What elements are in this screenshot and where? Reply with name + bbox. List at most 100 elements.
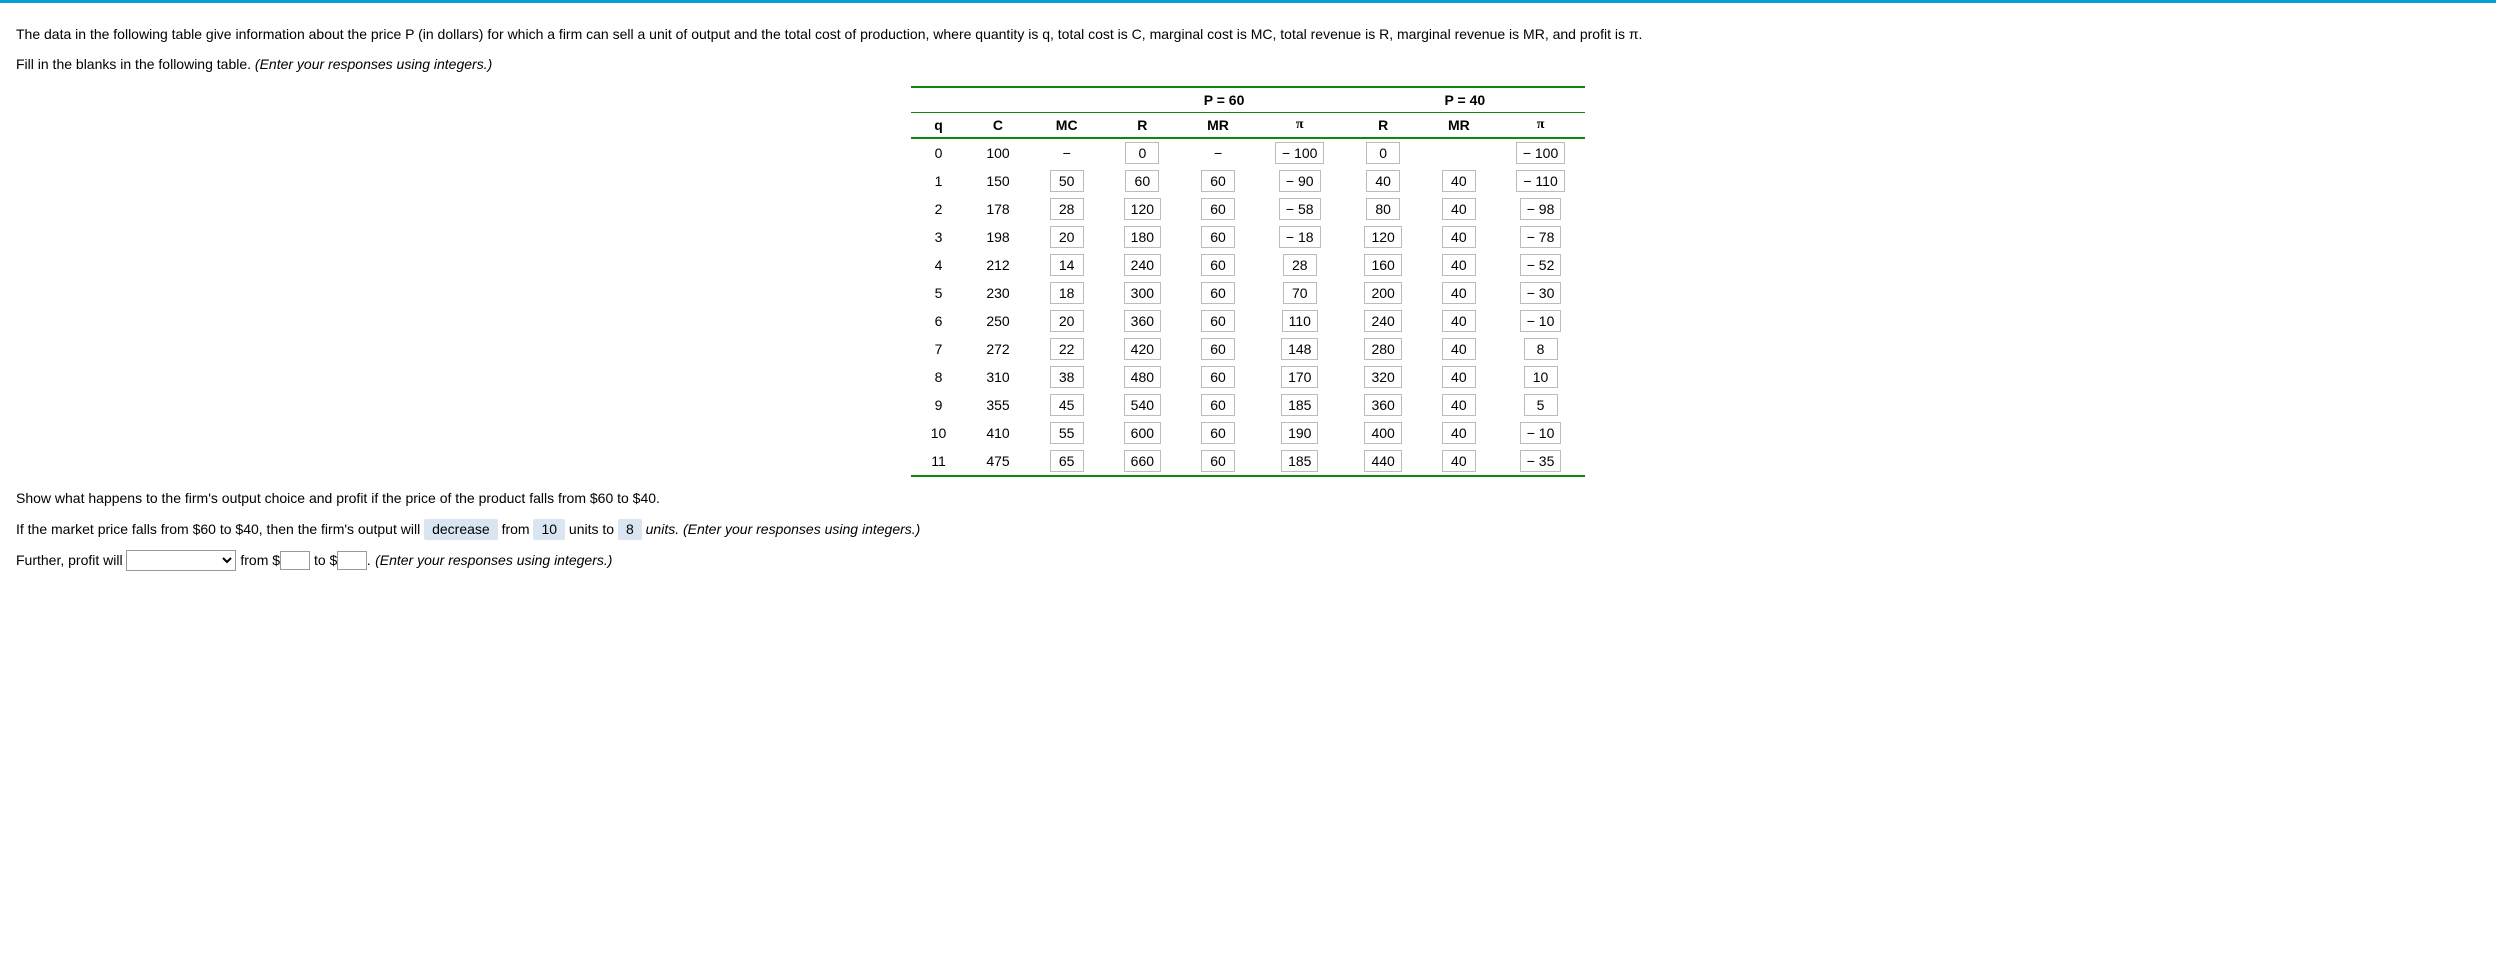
value-box: 60 <box>1201 366 1235 388</box>
col-q: q <box>911 113 967 139</box>
table-row: 523018300607020040− 30 <box>911 279 1586 307</box>
value-box: 22 <box>1050 338 1084 360</box>
table-row: 831038480601703204010 <box>911 363 1586 391</box>
data-table: P = 60 P = 40 q C MC R MR π R MR π 0100−… <box>911 86 1586 477</box>
value-box: 120 <box>1364 226 1401 248</box>
value-box: − 18 <box>1279 226 1321 248</box>
value-box: 40 <box>1442 338 1476 360</box>
value-box: 28 <box>1283 254 1317 276</box>
value-box: 40 <box>1442 394 1476 416</box>
col-r60: R <box>1104 113 1181 139</box>
value-box: 60 <box>1201 170 1235 192</box>
table-row: 0100−0−− 1000− 100 <box>911 138 1586 167</box>
value-box: 185 <box>1281 450 1318 472</box>
col-r40: R <box>1344 113 1421 139</box>
value-box: 14 <box>1050 254 1084 276</box>
value-box: 20 <box>1050 310 1084 332</box>
table-row: 421214240602816040− 52 <box>911 251 1586 279</box>
value-box: − 100 <box>1275 142 1324 164</box>
answer-decrease: decrease <box>424 519 498 541</box>
value-box: 20 <box>1050 226 1084 248</box>
value-box: 280 <box>1364 338 1401 360</box>
value-box: 200 <box>1364 282 1401 304</box>
value-box: 190 <box>1281 422 1318 444</box>
value-box: 110 <box>1282 310 1318 332</box>
value-box: 60 <box>1201 226 1235 248</box>
value-box: 40 <box>1442 254 1476 276</box>
value-box: 600 <box>1124 422 1161 444</box>
value-box: 0 <box>1125 142 1159 164</box>
value-box: 160 <box>1364 254 1401 276</box>
value-box: − 52 <box>1520 254 1562 276</box>
col-c: C <box>966 113 1029 139</box>
table-row: 11475656606018544040− 35 <box>911 447 1586 476</box>
value-box: − 98 <box>1520 198 1562 220</box>
value-box: 60 <box>1201 254 1235 276</box>
value-box: 300 <box>1124 282 1161 304</box>
value-box: 660 <box>1124 450 1161 472</box>
value-box: − 30 <box>1520 282 1562 304</box>
question-1: Show what happens to the firm's output c… <box>16 489 2480 509</box>
value-box: 540 <box>1124 394 1161 416</box>
hdr-p60: P = 60 <box>1104 87 1345 113</box>
value-box: 28 <box>1050 198 1084 220</box>
value-box: 240 <box>1364 310 1401 332</box>
col-mr60: MR <box>1181 113 1255 139</box>
value-box: 40 <box>1442 310 1476 332</box>
value-box: 40 <box>1442 422 1476 444</box>
value-box: 5 <box>1524 394 1558 416</box>
value-box: 60 <box>1201 422 1235 444</box>
value-box: 40 <box>1442 226 1476 248</box>
value-box: − 10 <box>1520 310 1562 332</box>
value-box: 60 <box>1201 282 1235 304</box>
table-row: 6250203606011024040− 10 <box>911 307 1586 335</box>
value-box: 360 <box>1124 310 1161 332</box>
table-row: 72722242060148280408 <box>911 335 1586 363</box>
value-box: 480 <box>1124 366 1161 388</box>
value-box: 320 <box>1364 366 1401 388</box>
value-box: − 35 <box>1520 450 1562 472</box>
fill-line: Fill in the blanks in the following tabl… <box>16 55 2480 75</box>
value-box: 40 <box>1366 170 1400 192</box>
value-box: 120 <box>1124 198 1161 220</box>
value-box: 40 <box>1442 198 1476 220</box>
value-box: 40 <box>1442 170 1476 192</box>
value-box: 60 <box>1201 394 1235 416</box>
value-box: 420 <box>1124 338 1161 360</box>
value-box: 80 <box>1366 198 1400 220</box>
value-box: − 110 <box>1516 170 1564 192</box>
value-box: 65 <box>1050 450 1084 472</box>
value-box: 60 <box>1201 338 1235 360</box>
answer-to-units: 8 <box>618 519 642 541</box>
value-box: 440 <box>1364 450 1401 472</box>
value-box: 60 <box>1201 310 1235 332</box>
col-pi60: π <box>1255 113 1344 139</box>
value-box: 0 <box>1366 142 1400 164</box>
value-box: 50 <box>1050 170 1084 192</box>
value-box: − 90 <box>1279 170 1321 192</box>
col-mc: MC <box>1030 113 1104 139</box>
value-box: 400 <box>1364 422 1401 444</box>
question-2: If the market price falls from $60 to $4… <box>16 519 2480 541</box>
value-box: 360 <box>1364 394 1401 416</box>
value-box: 240 <box>1124 254 1161 276</box>
table-row: 10410556006019040040− 10 <box>911 419 1586 447</box>
value-box: 40 <box>1442 366 1476 388</box>
value-box: 180 <box>1124 226 1161 248</box>
table-row: 31982018060− 1812040− 78 <box>911 223 1586 251</box>
value-box: 60 <box>1201 450 1235 472</box>
intro-text: The data in the following table give inf… <box>16 25 2480 45</box>
col-pi40: π <box>1496 113 1585 139</box>
value-box: − 10 <box>1520 422 1562 444</box>
question-3: Further, profit will from $ to $. (Enter… <box>16 550 2480 571</box>
profit-direction-select[interactable] <box>126 550 236 571</box>
profit-from-input[interactable] <box>280 551 310 570</box>
value-box: 40 <box>1442 282 1476 304</box>
hdr-p40: P = 40 <box>1344 87 1585 113</box>
profit-to-input[interactable] <box>337 551 367 570</box>
value-box: − 58 <box>1279 198 1321 220</box>
value-box: 45 <box>1050 394 1084 416</box>
value-box: 60 <box>1125 170 1159 192</box>
value-box: 10 <box>1524 366 1558 388</box>
value-box: − 100 <box>1516 142 1565 164</box>
